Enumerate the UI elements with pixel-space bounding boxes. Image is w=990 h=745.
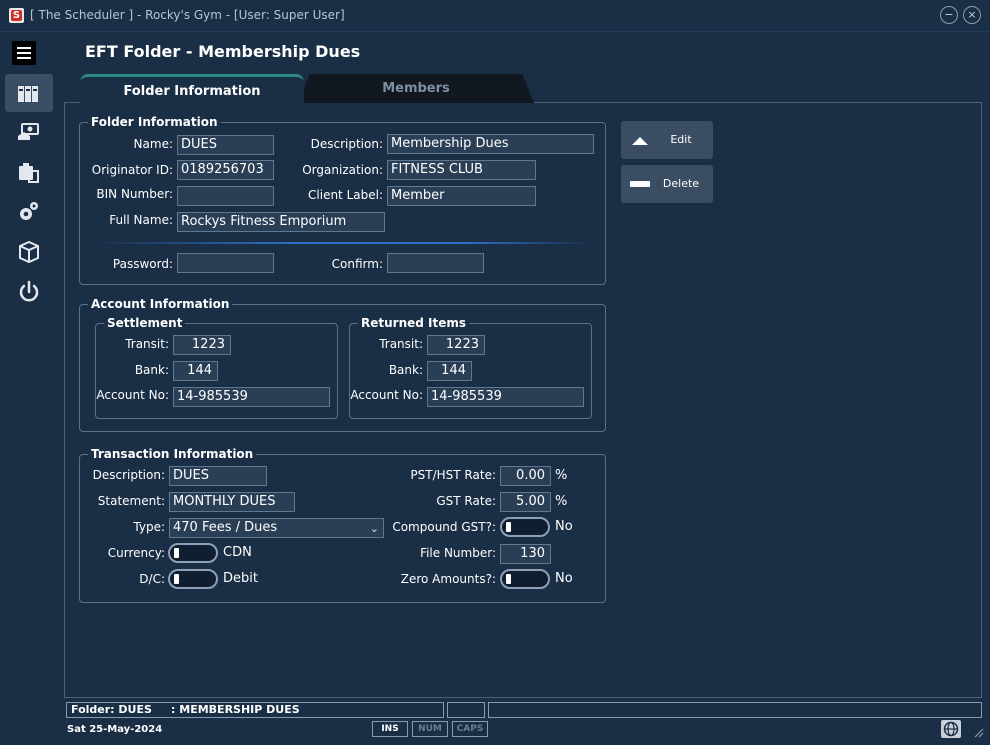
pst-hst-rate-field[interactable]: 0.00 xyxy=(500,466,551,486)
bin-number-label: BIN Number: xyxy=(96,187,173,201)
status-cell xyxy=(488,702,982,718)
edit-button[interactable]: Edit xyxy=(621,121,713,159)
returned-account-field[interactable]: 14-985539 xyxy=(427,387,584,407)
minimize-button[interactable]: − xyxy=(940,6,958,24)
settlement-transit-field[interactable]: 1223 xyxy=(173,335,231,355)
type-label: Type: xyxy=(133,520,165,534)
group-title: Transaction Information xyxy=(88,447,257,461)
folders-icon[interactable] xyxy=(5,74,53,112)
close-button[interactable]: × xyxy=(963,6,981,24)
title-bar: S [ The Scheduler ] - Rocky's Gym - [Use… xyxy=(0,0,990,32)
group-title: Account Information xyxy=(88,297,233,311)
settlement-transit-label: Transit: xyxy=(125,337,169,351)
confirm-field[interactable] xyxy=(387,253,484,273)
currency-toggle[interactable] xyxy=(168,543,218,563)
gst-unit: % xyxy=(555,494,568,509)
dc-value: Debit xyxy=(223,571,258,586)
delete-button[interactable]: Delete xyxy=(621,165,713,203)
name-field[interactable]: DUES xyxy=(177,135,274,155)
settlement-account-field[interactable]: 14-985539 xyxy=(173,387,330,407)
edit-button-label: Edit xyxy=(670,133,692,146)
type-select[interactable]: 470 Fees / Dues ⌄ xyxy=(169,518,384,538)
pst-hst-unit: % xyxy=(555,468,568,483)
compound-gst-toggle[interactable] xyxy=(500,517,550,537)
password-label: Password: xyxy=(112,257,173,271)
group-title: Folder Information xyxy=(88,115,221,129)
tab-members[interactable]: Members xyxy=(298,74,534,103)
returned-account-label: Account No: xyxy=(350,388,423,402)
compound-gst-value: No xyxy=(555,519,573,534)
currency-value: CDN xyxy=(223,545,252,560)
settings-icon[interactable] xyxy=(5,193,53,231)
client-label-label: Client Label: xyxy=(308,188,383,202)
triangle-up-icon xyxy=(632,137,648,145)
name-label: Name: xyxy=(133,137,173,151)
settlement-bank-label: Bank: xyxy=(134,363,169,377)
payment-icon[interactable] xyxy=(5,113,53,151)
zero-amounts-value: No xyxy=(555,571,573,586)
currency-label: Currency: xyxy=(107,546,165,560)
file-number-field[interactable]: 130 xyxy=(500,544,551,564)
bin-number-field[interactable] xyxy=(177,186,274,206)
full-name-field[interactable]: Rockys Fitness Emporium xyxy=(177,212,385,232)
num-indicator: NUM xyxy=(412,721,448,737)
delete-button-label: Delete xyxy=(662,177,700,190)
status-date: Sat 25-May-2024 xyxy=(67,724,163,735)
description-label: Description: xyxy=(310,137,383,151)
globe-icon[interactable] xyxy=(941,720,961,738)
confirm-label: Confirm: xyxy=(331,257,383,271)
status-folder: Folder: DUES : MEMBERSHIP DUES xyxy=(66,702,444,718)
dc-toggle[interactable] xyxy=(168,569,218,589)
chevron-down-icon[interactable]: ⌄ xyxy=(370,519,379,537)
description-field[interactable]: Membership Dues xyxy=(387,134,594,154)
resize-grip-icon[interactable] xyxy=(972,726,984,738)
dc-label: D/C: xyxy=(139,572,165,586)
sidebar xyxy=(0,33,58,745)
returned-transit-field[interactable]: 1223 xyxy=(427,335,485,355)
type-select-value: 470 Fees / Dues xyxy=(173,520,278,535)
password-field[interactable] xyxy=(177,253,274,273)
power-icon[interactable] xyxy=(5,273,53,311)
pst-hst-rate-label: PST/HST Rate: xyxy=(410,468,496,482)
returned-bank-label: Bank: xyxy=(388,363,423,377)
minus-bar-icon xyxy=(630,181,650,187)
statement-field[interactable]: MONTHLY DUES xyxy=(169,492,295,512)
caps-indicator: CAPS xyxy=(452,721,488,737)
gst-rate-field[interactable]: 5.00 xyxy=(500,492,551,512)
returned-transit-label: Transit: xyxy=(379,337,423,351)
settlement-bank-field[interactable]: 144 xyxy=(173,361,218,381)
window-title: [ The Scheduler ] - Rocky's Gym - [User:… xyxy=(30,8,345,22)
client-label-field[interactable]: Member xyxy=(387,186,536,206)
package-icon[interactable] xyxy=(5,233,53,271)
tx-description-label: Description: xyxy=(92,468,165,482)
zero-amounts-toggle[interactable] xyxy=(500,569,550,589)
file-number-label: File Number: xyxy=(420,546,496,560)
menu-icon[interactable] xyxy=(12,41,36,65)
statement-label: Statement: xyxy=(97,494,165,508)
ins-indicator: INS xyxy=(372,721,408,737)
returned-bank-field[interactable]: 144 xyxy=(427,361,472,381)
tx-description-field[interactable]: DUES xyxy=(169,466,267,486)
status-cell xyxy=(447,702,485,718)
organization-field[interactable]: FITNESS CLUB xyxy=(387,160,536,180)
full-name-label: Full Name: xyxy=(109,213,173,227)
section-divider xyxy=(92,242,592,244)
gst-rate-label: GST Rate: xyxy=(436,494,496,508)
clipboard-icon[interactable] xyxy=(5,153,53,191)
group-title: Returned Items xyxy=(358,316,470,330)
page-title: EFT Folder - Membership Dues xyxy=(85,42,361,61)
tab-folder-information[interactable]: Folder Information xyxy=(80,74,304,103)
group-title: Settlement xyxy=(104,316,186,330)
settlement-account-label: Account No: xyxy=(96,388,169,402)
organization-label: Organization: xyxy=(302,163,383,177)
compound-gst-label: Compound GST?: xyxy=(392,520,496,534)
app-logo-icon: S xyxy=(9,8,24,23)
originator-id-label: Originator ID: xyxy=(91,163,173,177)
originator-id-field[interactable]: 0189256703 xyxy=(177,160,274,180)
zero-amounts-label: Zero Amounts?: xyxy=(400,572,496,586)
